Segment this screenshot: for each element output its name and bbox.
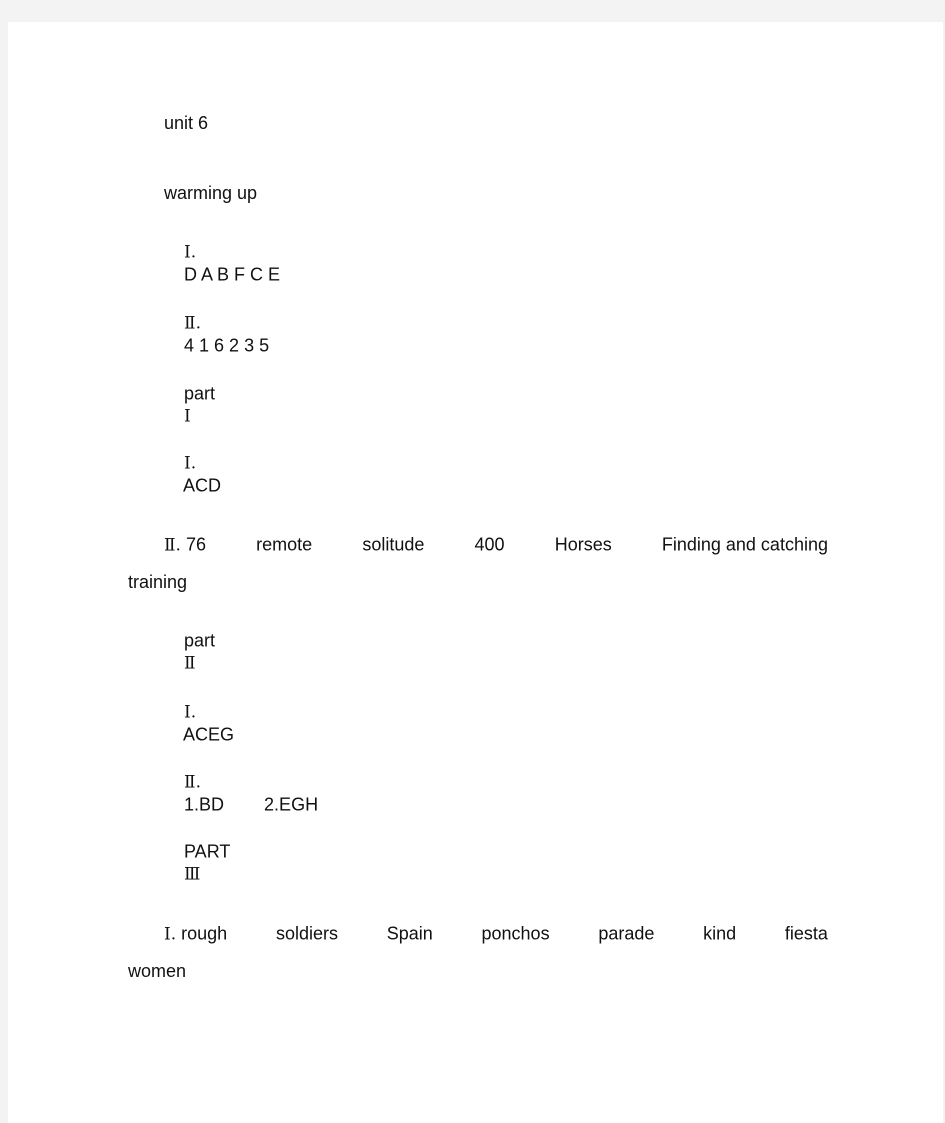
part3-heading: PART Ⅲ (164, 819, 230, 908)
part3-q1-continuation: women (128, 961, 187, 981)
q2-label: Ⅱ. (184, 772, 201, 793)
part3-q1: Ⅰ. rough soldiers Spain ponchos parade k… (164, 923, 828, 946)
part1-heading-word: part (184, 383, 216, 404)
q2-answer: Horses (554, 534, 612, 555)
q2-answer-2: 2.EGH (264, 794, 319, 815)
part3-heading-numeral: Ⅲ (184, 864, 201, 885)
part1-q2-continuation: training (128, 572, 188, 592)
q1-label: Ⅰ. (184, 242, 197, 263)
q1-label: Ⅰ. (184, 453, 197, 474)
q2-answer: 4 1 6 2 3 5 (184, 335, 270, 356)
q2-answer: 76 (185, 534, 207, 555)
unit-title: unit 6 (164, 113, 209, 133)
part1-heading-numeral: Ⅰ (184, 406, 191, 427)
q2-answer: solitude (362, 534, 425, 555)
part1-q2: Ⅱ. 76 remote solitude 400 Horses Finding… (164, 534, 828, 557)
q2-answer: remote (256, 534, 313, 555)
q1-answer: rough (181, 923, 228, 944)
q1-label: Ⅰ. (164, 924, 177, 945)
q2-label: Ⅱ. (164, 535, 181, 556)
part3-heading-word: PART (184, 841, 231, 862)
part2-heading-word: part (184, 630, 216, 651)
q1-answer: parade (598, 923, 655, 944)
q1-answer: ACD (183, 475, 222, 496)
q2-label: Ⅱ. (184, 313, 201, 334)
q1-answer: Spain (386, 923, 433, 944)
part2-heading-numeral: Ⅱ (184, 653, 196, 674)
q1-answer: D A B F C E (184, 264, 281, 285)
q2-answer-1: 1.BD (184, 794, 225, 815)
q1-label: Ⅰ. (184, 702, 197, 723)
q1-answer: ACEG (183, 724, 235, 745)
q1-answer: ponchos (481, 923, 550, 944)
q1-answer: soldiers (275, 923, 338, 944)
part1-q1: Ⅰ. ACD (164, 430, 221, 519)
q1-answer: kind (703, 923, 737, 944)
warming-up-heading: warming up (164, 183, 258, 203)
q2-answer: Finding and catching (661, 534, 828, 555)
q1-answer: fiesta (784, 923, 828, 944)
q1-first: Ⅰ. rough (164, 923, 227, 946)
q2-answer: 400 (474, 534, 505, 555)
q2-first: Ⅱ. 76 (164, 534, 206, 557)
document-page: unit 6 warming up Ⅰ. D A B F C E Ⅱ. 4 1 … (8, 22, 943, 1123)
